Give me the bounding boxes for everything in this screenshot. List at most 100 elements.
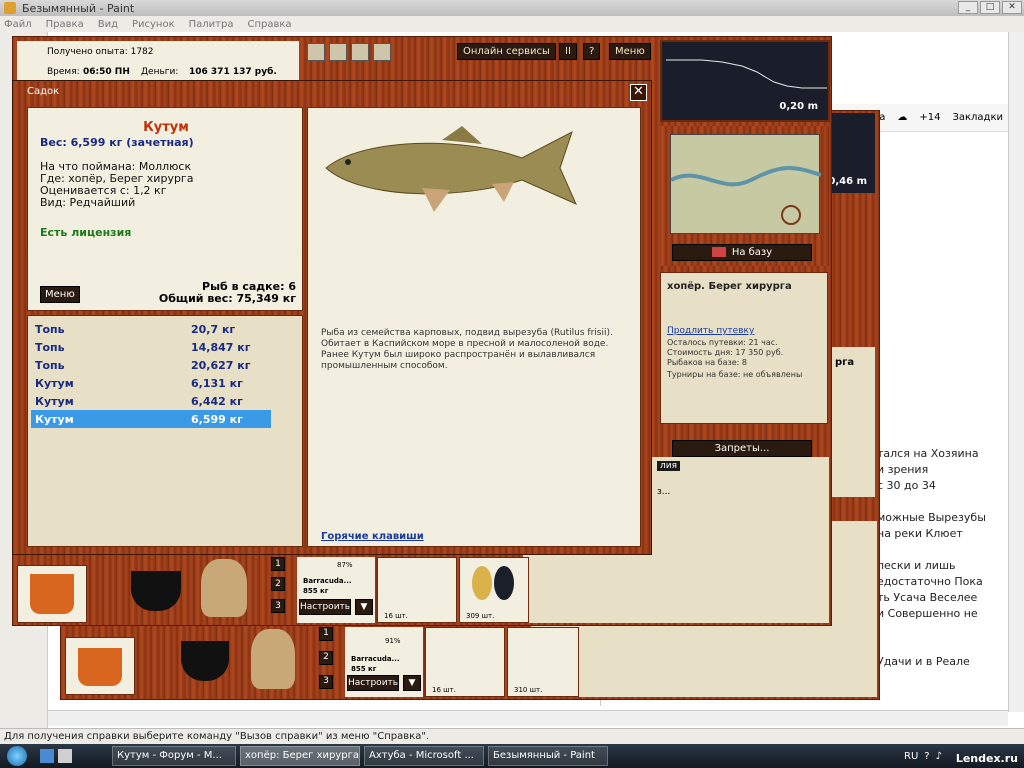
rod-2-icon[interactable] [329, 43, 347, 61]
fish-menu-button[interactable]: Меню [40, 286, 80, 303]
menubar: Файл Правка Вид Рисунок Палитра Справка [0, 16, 1024, 32]
keepnet-summary: Рыб в садке: 6 Общий вес: 75,349 кг [159, 281, 296, 305]
catch-row[interactable]: Кутум 6,131 кг [31, 374, 271, 392]
location-title: хопёр. Берег хирурга [667, 281, 792, 292]
hook-slot-back[interactable]: 16 шт. [425, 627, 505, 697]
day-cost: Стоимость дня: 17 350 руб. [667, 348, 784, 357]
configure-button-back[interactable]: Настроить [347, 675, 399, 691]
bans-button[interactable]: Запреты... [672, 440, 812, 457]
hotkeys-link[interactable]: Горячие клавиши [321, 531, 424, 542]
forum-line: можные Вырезубы [877, 511, 986, 524]
maximize-button[interactable]: □ [980, 1, 1000, 14]
menu-file[interactable]: Файл [4, 19, 32, 30]
total-weight: Общий вес: 75,349 кг [158, 292, 296, 305]
desktop-icon[interactable] [40, 749, 54, 763]
volume-icon[interactable]: ♪ [936, 751, 942, 762]
catch-fish-weight: 14,847 кг [191, 340, 251, 354]
forum-line: Удачи и в Реале [877, 655, 970, 668]
catch-row[interactable]: Кутум 6,442 кг [31, 392, 271, 410]
bookmarks-button[interactable]: Закладки [952, 112, 1003, 123]
reel-weight: 855 кг [303, 587, 329, 595]
hook-count: 16 шт. [432, 686, 456, 694]
slot-3-button[interactable]: 3 [319, 675, 333, 689]
tackle-dropdown[interactable]: ▼ [355, 599, 373, 615]
depth-value: 0,20 m [779, 101, 818, 112]
language-indicator[interactable]: RU [904, 751, 918, 762]
dialog-title: Садок [27, 86, 60, 97]
forum-line: и Совершенно не [877, 607, 978, 620]
house-icon [711, 247, 726, 257]
help-tray-icon[interactable]: ? [924, 751, 929, 762]
anglers-count: Рыбаков на базе: 8 [667, 358, 747, 367]
lake-map[interactable] [670, 134, 822, 234]
reel-name: Barracuda... [351, 655, 400, 663]
rod-3-icon[interactable] [351, 43, 369, 61]
tournaments-info: Турниры на базе: не объявлены [667, 370, 803, 379]
help-button[interactable]: ? [583, 43, 601, 60]
license-status: Есть лицензия [40, 226, 132, 239]
bucket-slot-back[interactable] [65, 637, 135, 695]
menu-view[interactable]: Вид [98, 19, 118, 30]
menu-palette[interactable]: Палитра [189, 19, 234, 30]
to-base-button[interactable]: На базу [672, 244, 812, 261]
main-menu-button[interactable]: Меню [609, 43, 651, 60]
river-map-icon [670, 166, 822, 225]
catch-row[interactable]: Топь 20,7 кг [31, 320, 271, 338]
menu-help[interactable]: Справка [247, 19, 291, 30]
watermark-logo: Lendex.ru [955, 752, 1018, 765]
tackle-dropdown-back[interactable]: ▼ [403, 675, 421, 691]
explorer-icon[interactable] [58, 749, 72, 763]
to-base-label: На базу [731, 247, 773, 258]
player-stats: Получено опыта: 1782 Время: 06:50 ПН Ден… [17, 41, 299, 81]
keepnet-bag-icon [201, 559, 247, 617]
reel-weight: 855 кг [351, 665, 377, 673]
catch-fish-name: Кутум [35, 376, 74, 390]
dialog-close-button[interactable]: ✕ [630, 84, 647, 101]
bait-slot[interactable]: 309 шт. [459, 557, 529, 623]
bait-count: 310 шт. [514, 686, 543, 694]
close-button[interactable]: ✕ [1002, 1, 1022, 14]
vertical-scrollbar[interactable] [1008, 32, 1024, 712]
taskbar-item-forum[interactable]: Кутум - Форум - М... [112, 746, 236, 766]
slot-2-button[interactable]: 2 [271, 577, 285, 591]
minimize-button[interactable]: _ [958, 1, 978, 14]
slot-2-button[interactable]: 2 [319, 651, 333, 665]
bucket-slot[interactable] [17, 565, 87, 623]
forum-line: на реки Клюет [877, 527, 963, 540]
menu-edit[interactable]: Правка [46, 19, 84, 30]
pause-button[interactable]: II [559, 43, 577, 60]
forum-line [877, 638, 997, 654]
taskbar-item-game[interactable]: хопёр: Берег хирурга [240, 746, 360, 766]
slot-1-button[interactable]: 1 [319, 627, 333, 641]
slot-1-button[interactable]: 1 [271, 557, 285, 571]
catch-row-selected[interactable]: Кутум 6,599 кг [31, 410, 271, 428]
extend-permit-link[interactable]: Продлить путевку [667, 326, 754, 336]
online-services-button[interactable]: Онлайн сервисы [457, 43, 556, 60]
forum-line: тался на Хозяина [877, 447, 979, 460]
quick-launch [34, 746, 108, 766]
reel-percent: 91% [385, 637, 401, 645]
window-title: Безымянный - Paint [22, 1, 135, 15]
paint-app-icon [4, 2, 16, 14]
bait-slot-back[interactable]: 310 шт. [507, 627, 579, 697]
catch-fish-weight: 6,131 кг [191, 376, 243, 390]
forum-line: и зрения [877, 463, 929, 476]
configure-button[interactable]: Настроить [299, 599, 351, 615]
taskbar-item-word[interactable]: Ахтуба - Microsoft ... [364, 746, 484, 766]
horizontal-scrollbar[interactable] [48, 710, 1008, 726]
fish-rarity: Вид: Редчайший [40, 196, 136, 209]
catch-row[interactable]: Топь 20,627 кг [31, 356, 271, 374]
mussel-icon [472, 566, 492, 600]
bucket-icon [30, 574, 74, 614]
depth-value-back: 0,46 m [828, 176, 867, 187]
pot-icon [131, 571, 181, 611]
start-button[interactable] [0, 744, 34, 768]
catch-row[interactable]: Топь 14,847 кг [31, 338, 271, 356]
rod-4-icon[interactable] [373, 43, 391, 61]
rod-1-icon[interactable] [307, 43, 325, 61]
taskbar-item-paint[interactable]: Безымянный - Paint [488, 746, 608, 766]
hook-slot[interactable]: 16 шт. [377, 557, 457, 623]
slot-3-button[interactable]: 3 [271, 599, 285, 613]
time-value: 06:50 ПН [83, 67, 130, 77]
menu-image[interactable]: Рисунок [132, 19, 175, 30]
